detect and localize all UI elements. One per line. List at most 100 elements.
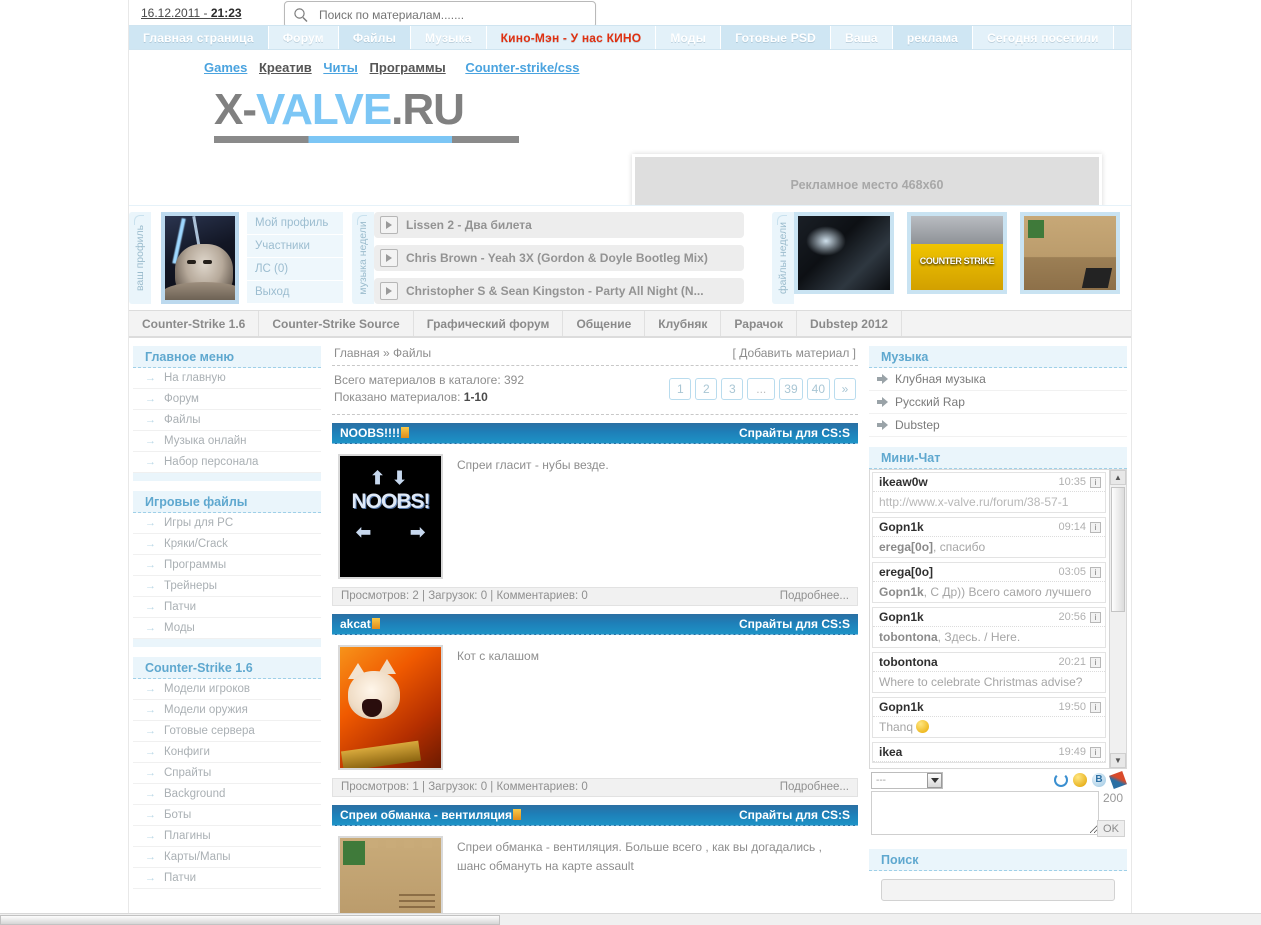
sidebar-item-patches-cs[interactable]: → Патчи	[133, 868, 321, 889]
add-material-link[interactable]: [ Добавить материал ]	[733, 346, 856, 360]
info-icon[interactable]: i	[1090, 656, 1101, 668]
chat-nickname[interactable]: ikea	[879, 745, 902, 759]
sidebar-item-background[interactable]: → Background	[133, 784, 321, 805]
track-row[interactable]: Christopher S & Sean Kingston - Party Al…	[374, 278, 744, 304]
sidebar-search-input[interactable]	[881, 879, 1115, 901]
search-input[interactable]	[317, 5, 585, 25]
file-thumb-dark-landscape[interactable]	[794, 212, 894, 294]
bold-icon[interactable]: B	[1092, 773, 1106, 787]
tab-css[interactable]: Counter-Strike Source	[259, 311, 414, 336]
nav-item-9[interactable]: Сегодня посетили	[973, 26, 1114, 49]
sidebar-item-bots[interactable]: → Боты	[133, 805, 321, 826]
sidebar-item-maps[interactable]: → Карты/Мапы	[133, 847, 321, 868]
chat-scrollbar[interactable]: ▲ ▼	[1109, 470, 1126, 768]
nav-item-1[interactable]: Форум	[268, 26, 339, 49]
file-thumb-cs-assault[interactable]	[1020, 212, 1120, 294]
sidebar-item-weapon-models[interactable]: → Модели оружия	[133, 700, 321, 721]
chevron-down-icon[interactable]	[927, 772, 942, 788]
profile-menu-item-3[interactable]: Выход	[247, 281, 343, 304]
sidebar-item-sprites[interactable]: → Спрайты	[133, 763, 321, 784]
search-box[interactable]	[284, 1, 596, 28]
article-thumbnail-noobs[interactable]: ⬆ ⬇ ⬅ ➡ NOOBS!	[338, 453, 443, 579]
smiley-icon[interactable]	[1073, 773, 1087, 787]
sidebar-item-music[interactable]: → Музыка онлайн	[133, 431, 321, 452]
article-title-wrap[interactable]: akcat	[340, 617, 380, 631]
page-39[interactable]: 39	[779, 378, 803, 401]
article-more-link[interactable]: Подробнее...	[780, 590, 849, 602]
track-row[interactable]: Lissen 2 - Два билета	[374, 212, 744, 238]
page-40[interactable]: 40	[806, 378, 830, 401]
tab-klubnyak[interactable]: Клубняк	[645, 311, 722, 336]
play-icon[interactable]	[380, 282, 398, 300]
profile-menu-item-1[interactable]: Участники	[247, 235, 343, 258]
info-icon[interactable]: i	[1090, 701, 1101, 713]
scroll-down-icon[interactable]: ▼	[1110, 753, 1126, 768]
sidebar-item-staff[interactable]: → Набор персонала	[133, 452, 321, 473]
play-icon[interactable]	[380, 216, 398, 234]
tools-icon[interactable]	[1109, 771, 1127, 789]
top-link-games[interactable]: Games	[204, 60, 247, 75]
refresh-icon[interactable]	[1054, 773, 1068, 787]
sidebar-item-home[interactable]: → На главную	[133, 368, 321, 389]
nav-item-0[interactable]: Главная страница	[129, 26, 269, 49]
music-item-dubstep[interactable]: Dubstep	[869, 414, 1127, 437]
sidebar-item-cracks[interactable]: → Кряки/Crack	[133, 534, 321, 555]
nav-item-2[interactable]: Файлы	[338, 26, 412, 49]
info-icon[interactable]: i	[1090, 611, 1101, 623]
page-next[interactable]: »	[834, 378, 856, 401]
tab-graphics[interactable]: Графический форум	[414, 311, 564, 336]
sidebar-item-player-models[interactable]: → Модели игроков	[133, 679, 321, 700]
top-link-programs[interactable]: Программы	[370, 60, 446, 75]
nav-item-3[interactable]: Музыка	[411, 26, 487, 49]
nav-item-7[interactable]: Ваша	[830, 26, 893, 49]
page-2[interactable]: 2	[695, 378, 718, 401]
info-icon[interactable]: i	[1090, 521, 1101, 533]
play-icon[interactable]	[380, 249, 398, 267]
sidebar-item-files[interactable]: → Файлы	[133, 410, 321, 431]
chat-input[interactable]	[871, 791, 1099, 835]
chat-nickname[interactable]: tobontona	[879, 655, 938, 669]
chat-message-text[interactable]: http://www.x-valve.ru/forum/38-57-1	[873, 492, 1105, 512]
article-category[interactable]: Спрайты для CS:S	[739, 426, 850, 440]
chat-send-button[interactable]: OK	[1097, 820, 1125, 837]
chat-recipient-select[interactable]: ---	[871, 771, 943, 789]
article-title-wrap[interactable]: Спреи обманка - вентиляция	[340, 808, 521, 822]
article-thumbnail-cat[interactable]	[338, 644, 443, 770]
info-icon[interactable]: i	[1090, 476, 1101, 488]
page-1[interactable]: 1	[669, 378, 692, 401]
info-icon[interactable]: i	[1090, 566, 1101, 578]
chat-nickname[interactable]: erega[0o]	[879, 565, 933, 579]
sidebar-item-trainers[interactable]: → Трейнеры	[133, 576, 321, 597]
nav-item-8[interactable]: реклама	[892, 26, 974, 49]
sidebar-item-plugins[interactable]: → Плагины	[133, 826, 321, 847]
info-icon[interactable]: i	[1090, 746, 1101, 758]
chat-nickname[interactable]: Gopn1k	[879, 700, 924, 714]
sidebar-item-servers[interactable]: → Готовые сервера	[133, 721, 321, 742]
sidebar-item-configs[interactable]: → Конфиги	[133, 742, 321, 763]
sidebar-item-forum[interactable]: → Форум	[133, 389, 321, 410]
file-thumb-counter-strike-car[interactable]	[907, 212, 1007, 294]
article-category[interactable]: Спрайты для CS:S	[739, 617, 850, 631]
chat-nickname[interactable]: Gopn1k	[879, 610, 924, 624]
top-link-chity[interactable]: Читы	[323, 60, 358, 75]
music-item-club[interactable]: Клубная музыка	[869, 368, 1127, 391]
page-3[interactable]: 3	[721, 378, 744, 401]
site-logo[interactable]: X-VALVE.RU	[214, 88, 519, 143]
nav-item-6[interactable]: Готовые PSD	[721, 26, 831, 49]
sidebar-item-programs[interactable]: → Программы	[133, 555, 321, 576]
tab-cs16[interactable]: Counter-Strike 1.6	[129, 311, 260, 336]
nav-item-5[interactable]: Моды	[656, 26, 722, 49]
horizontal-scrollbar-thumb[interactable]	[0, 915, 500, 925]
tab-chat[interactable]: Общение	[563, 311, 646, 336]
sidebar-item-mods[interactable]: → Моды	[133, 618, 321, 639]
tab-rarachok[interactable]: Рарачок	[721, 311, 797, 336]
tab-dubstep[interactable]: Dubstep 2012	[797, 311, 902, 336]
sidebar-item-patches[interactable]: → Патчи	[133, 597, 321, 618]
music-item-rap[interactable]: Русский Rap	[869, 391, 1127, 414]
article-category[interactable]: Спрайты для CS:S	[739, 808, 850, 822]
top-link-kreativ[interactable]: Креатив	[259, 60, 312, 75]
chat-nickname[interactable]: Gopn1k	[879, 520, 924, 534]
sidebar-item-pc-games[interactable]: → Игры для PC	[133, 513, 321, 534]
track-row[interactable]: Chris Brown - Yeah 3X (Gordon & Doyle Bo…	[374, 245, 744, 271]
article-thumbnail-assault[interactable]	[338, 835, 443, 925]
